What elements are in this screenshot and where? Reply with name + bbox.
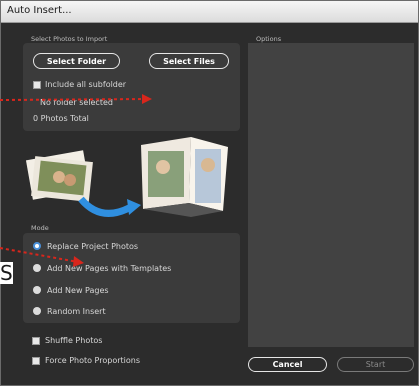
annotation-overlay xyxy=(0,94,152,267)
annotation-partial-text: S xyxy=(0,261,13,285)
annotation-arrow-mode xyxy=(0,247,79,263)
annotation-arrow-top xyxy=(0,98,149,101)
annotation-arrowhead-mode xyxy=(73,256,84,267)
annotation-arrowhead-top xyxy=(142,94,152,104)
